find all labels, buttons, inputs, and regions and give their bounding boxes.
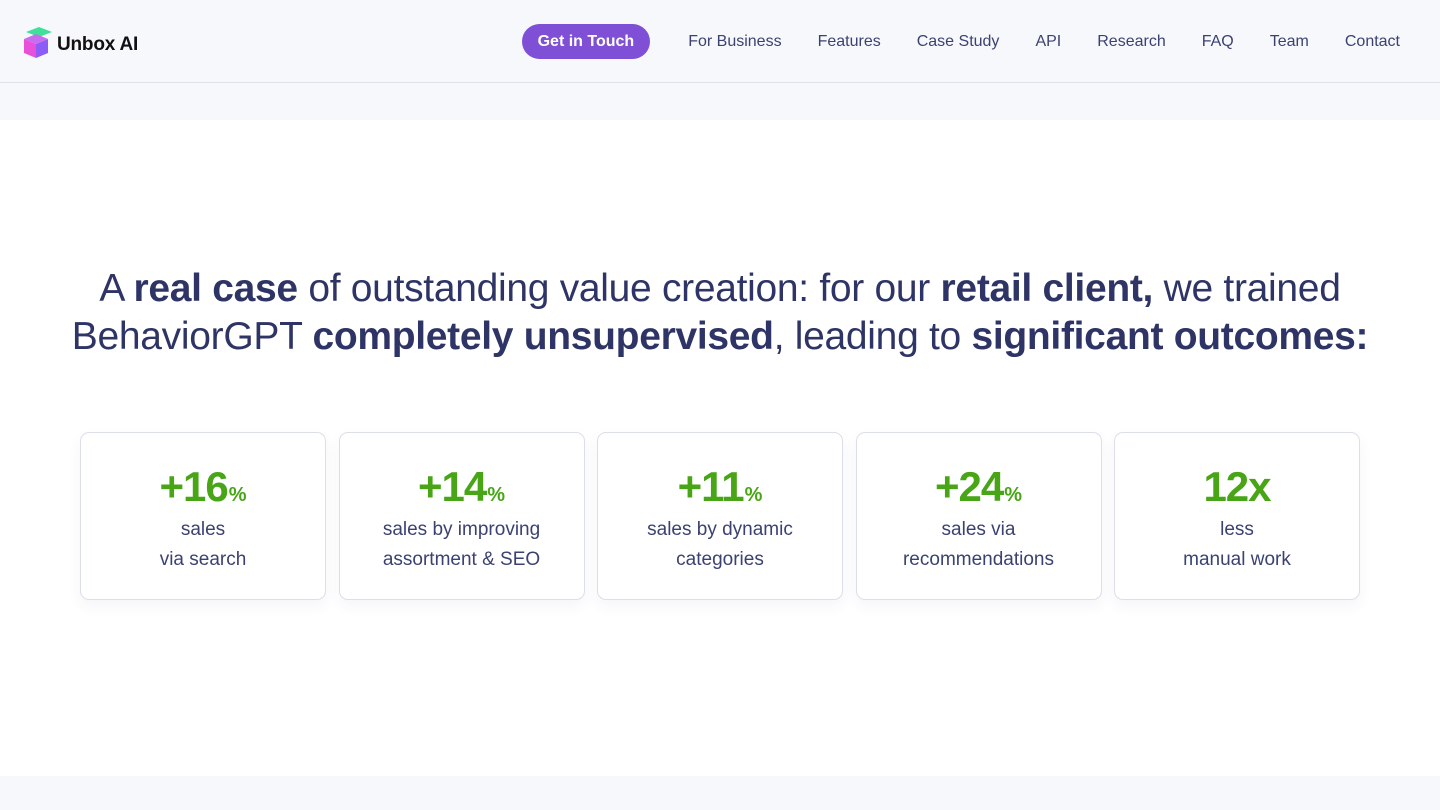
stat-description: less manual work xyxy=(1115,515,1359,575)
site-header: Unbox AI Get in Touch For Business Featu… xyxy=(0,0,1440,83)
stat-card-search-sales: +16% sales via search xyxy=(80,432,326,600)
stat-unit: x xyxy=(1248,463,1271,510)
headline-text: A xyxy=(99,267,134,310)
stat-number: 12 xyxy=(1203,463,1249,510)
nav-item-case-study[interactable]: Case Study xyxy=(917,33,1000,51)
stat-card-assortment-seo: +14% sales by improving assortment & SEO xyxy=(338,432,585,600)
stat-card-dynamic-categories: +11% sales by dynamic categories xyxy=(597,432,843,600)
stat-description-line: assortment & SEO xyxy=(382,549,541,570)
stat-description: sales by improving assortment & SEO xyxy=(340,515,584,575)
stat-description-line: recommendations xyxy=(902,549,1055,570)
brand-logo[interactable]: Unbox AI xyxy=(23,26,138,58)
case-study-section: A real case of outstanding value creatio… xyxy=(0,120,1440,776)
stat-description-line: sales by dynamic xyxy=(647,519,793,540)
nav-item-for-business[interactable]: For Business xyxy=(688,33,781,51)
stat-description-line: sales by improving xyxy=(382,519,541,540)
stat-description-line: categories xyxy=(676,549,764,570)
stats-cards: +16% sales via search +14% sales by impr… xyxy=(80,432,1360,600)
stat-description-line: via search xyxy=(159,549,247,570)
headline-emphasis: significant outcomes: xyxy=(971,315,1369,358)
nav-item-faq[interactable]: FAQ xyxy=(1202,33,1234,51)
stat-unit: % xyxy=(228,484,247,506)
case-study-headline: A real case of outstanding value creatio… xyxy=(60,265,1380,361)
brand-name: Unbox AI xyxy=(57,34,139,55)
stat-description: sales via search xyxy=(81,515,325,575)
nav-item-api[interactable]: API xyxy=(1035,33,1061,51)
headline-text: , leading to xyxy=(773,315,972,358)
stat-description: sales via recommendations xyxy=(857,515,1101,575)
stat-unit: % xyxy=(744,484,763,506)
stat-number: +24 xyxy=(934,463,1004,510)
stat-value: +14% xyxy=(340,463,584,511)
get-in-touch-button[interactable]: Get in Touch xyxy=(521,24,651,59)
stat-unit: % xyxy=(487,484,506,506)
headline-emphasis: real case xyxy=(133,267,299,310)
stat-unit: % xyxy=(1004,484,1023,506)
stat-value: +24% xyxy=(857,463,1101,511)
stat-number: +14 xyxy=(417,463,487,510)
headline-emphasis: completely unsupervised xyxy=(312,315,774,358)
stat-card-manual-work: 12 x less manual work xyxy=(1114,432,1360,600)
stat-description-line: sales xyxy=(180,519,226,540)
stat-description: sales by dynamic categories xyxy=(598,515,842,575)
stat-description-line: less xyxy=(1220,519,1254,540)
main-nav: Get in Touch For Business Features Case … xyxy=(521,24,1418,59)
stat-number: +16 xyxy=(159,463,228,510)
stat-description-line: sales via xyxy=(941,519,1016,540)
stat-number: +11 xyxy=(677,463,745,510)
nav-item-contact[interactable]: Contact xyxy=(1345,33,1400,51)
stat-value: 12 x xyxy=(1115,463,1359,511)
nav-item-features[interactable]: Features xyxy=(818,33,881,51)
nav-item-research[interactable]: Research xyxy=(1097,33,1165,51)
stat-value: +11% xyxy=(598,463,842,511)
stat-card-recommendations: +24% sales via recommendations xyxy=(855,432,1102,600)
headline-emphasis: retail client, xyxy=(940,267,1154,310)
headline-text: of outstanding value creation: for our xyxy=(297,267,941,310)
cube-logo-icon xyxy=(23,26,55,58)
nav-item-team[interactable]: Team xyxy=(1270,33,1309,51)
stat-description-line: manual work xyxy=(1183,549,1291,570)
stat-value: +16% xyxy=(81,463,325,511)
